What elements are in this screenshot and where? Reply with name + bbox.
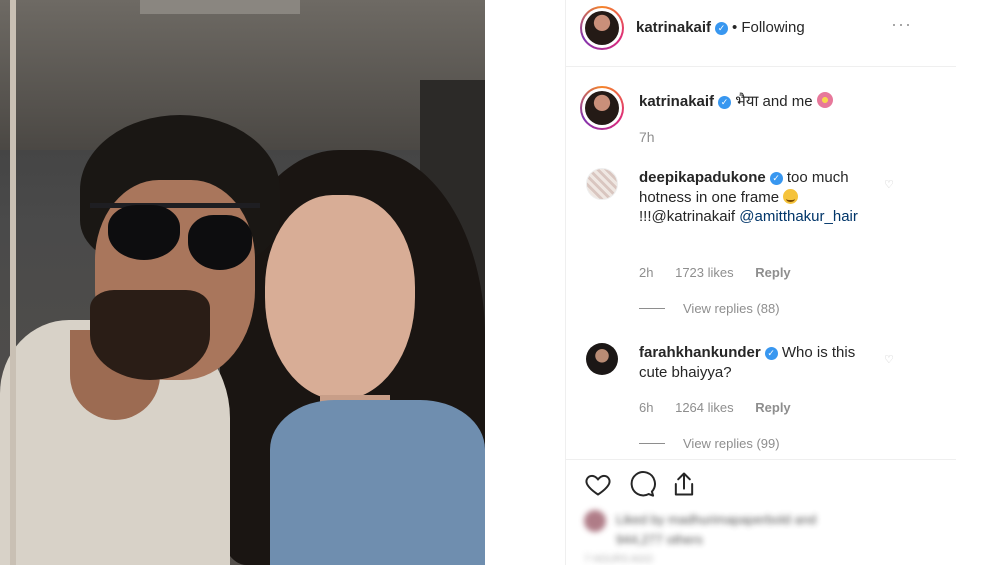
separator-dot: • [732,19,738,36]
commenter-username[interactable]: deepikapadukone [639,169,766,186]
post-timestamp: 7 HOURS AGO [584,554,653,565]
comment-mention[interactable]: @amitthakur_hair [739,208,858,225]
comment-time[interactable]: 2h [639,265,653,280]
caption-time[interactable]: 7h [639,129,673,145]
photo-lamp [140,0,300,14]
likes-summary[interactable]: Liked by madhurimapaperbold and 944,277 … [584,508,884,565]
verified-badge-icon: ✓ [769,172,783,185]
replies-line [639,443,665,444]
actions-divider [566,459,956,460]
verified-badge-icon: ✓ [715,22,729,35]
liker-avatar [584,510,606,532]
likes-line-2: 944,277 others [616,532,703,547]
more-horizontal-icon[interactable]: ··· [891,14,912,35]
caption-avatar[interactable] [580,86,624,130]
commenter-avatar[interactable] [586,168,618,200]
view-replies-button[interactable]: View replies (88) [639,301,780,316]
sunglasses-right-lens [188,215,252,270]
comment-like-heart-icon[interactable]: ♡ [884,178,894,191]
comment-text: farahkhankunder ✓ Who is this cute bhaiyy… [639,343,864,382]
comment-body-2: !!!@katrinakaif [639,208,736,225]
likes-line-1: Liked by madhurimapaperbold and [616,512,817,527]
man-beard [90,290,210,380]
replies-line [639,308,665,309]
heart-icon[interactable] [584,470,612,498]
woman-face [265,195,415,400]
woman-shirt [270,400,485,565]
photo-background [0,0,485,150]
commenter-username[interactable]: farahkhankunder [639,344,761,361]
comment-text: deepikapadukone ✓ too much hotness in one… [639,168,864,227]
comment-time[interactable]: 6h [639,400,653,415]
commenter-avatar[interactable] [586,343,618,375]
comment-meta: 2h 1723 likes Reply [639,265,809,280]
author-avatar[interactable] [580,6,624,50]
verified-badge-icon: ✓ [764,347,778,360]
photo-cord [10,0,16,565]
reply-button[interactable]: Reply [755,400,790,415]
share-icon[interactable] [670,470,698,498]
view-replies-button[interactable]: View replies (99) [639,436,780,451]
comment-likes[interactable]: 1264 likes [675,400,734,415]
sunglasses-left-lens [108,205,180,260]
reply-button[interactable]: Reply [755,265,790,280]
verified-badge-icon: ✓ [718,96,732,109]
post-author: katrinakaif ✓ • Following [636,19,805,36]
comment-like-heart-icon[interactable]: ♡ [884,353,894,366]
caption-username[interactable]: katrinakaif [639,93,714,110]
flower-emoji-icon [816,92,833,108]
caption-body: भैया and me [735,93,813,110]
smile-emoji-icon [783,188,799,204]
comment-icon[interactable] [628,470,656,498]
sunglasses-bridge [90,203,260,208]
following-button[interactable]: Following [741,19,804,36]
post-side-panel: katrinakaif ✓ • Following ··· katrinakaif ✓ … [565,0,956,565]
post-photo[interactable] [0,0,485,565]
comment-likes[interactable]: 1723 likes [675,265,734,280]
author-username[interactable]: katrinakaif [636,19,711,36]
comment-meta: 6h 1264 likes Reply [639,400,809,415]
post-header: katrinakaif ✓ • Following ··· [566,0,956,67]
caption-text: katrinakaif ✓ भैया and me [639,92,939,112]
